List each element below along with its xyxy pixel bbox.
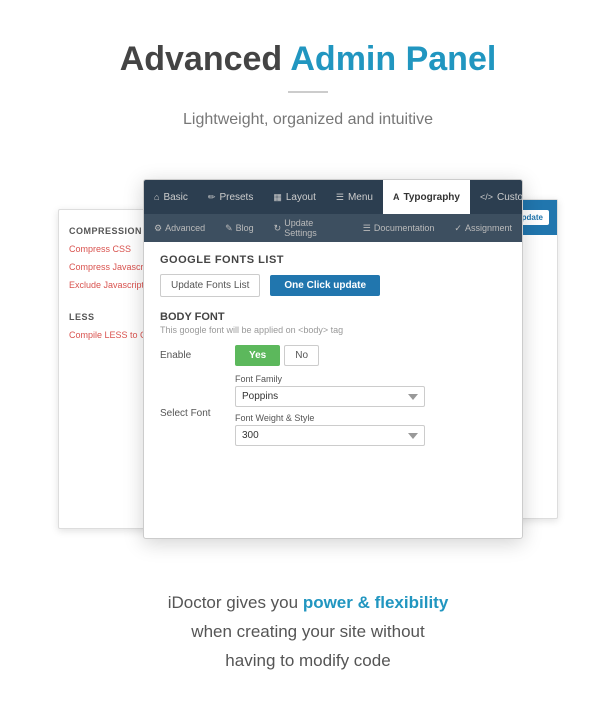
footer-line1: iDoctor gives you power & flexibility (20, 589, 596, 618)
no-button[interactable]: No (284, 345, 319, 366)
tab-presets-label: Presets (219, 192, 253, 203)
font-weight-label: Font Weight & Style (235, 413, 425, 423)
title-accent: Admin Panel (290, 40, 496, 78)
tab-documentation[interactable]: ☰ Documentation (353, 214, 445, 242)
footer-line3: having to modify code (20, 647, 596, 676)
footer-accent: power & flexibility (303, 593, 448, 612)
yes-button[interactable]: Yes (235, 345, 280, 366)
enable-label: Enable (160, 350, 225, 361)
font-family-select[interactable]: Poppins (235, 386, 425, 407)
enable-row: Enable Yes No (160, 345, 506, 366)
tab-advanced-label: Advanced (165, 223, 205, 233)
update-fonts-button[interactable]: Update Fonts List (160, 274, 260, 297)
tab-blog-label: Blog (236, 223, 254, 233)
tab-update-label: Update Settings (284, 218, 343, 238)
main-panel: ⌂ Basic ✏ Presets ▦ Layout ☰ Menu A Typo… (143, 179, 523, 539)
screenshot-wrapper: COMPRESSION Compress CSS Compress Javasc… (58, 179, 558, 539)
layout-icon: ▦ (273, 192, 282, 203)
font-field-group: Font Family Poppins Font Weight & Style … (235, 374, 425, 452)
font-weight-select[interactable]: 300 (235, 425, 425, 446)
tab-basic[interactable]: ⌂ Basic (144, 180, 198, 214)
tab-menu-label: Menu (348, 192, 373, 203)
header-subtitle: Lightweight, organized and intuitive (20, 111, 596, 129)
pencil-icon: ✏ (208, 192, 216, 203)
tab-menu[interactable]: ☰ Menu (326, 180, 383, 214)
footer-section: iDoctor gives you power & flexibility wh… (0, 569, 616, 706)
one-click-update-button[interactable]: One Click update (270, 275, 380, 296)
body-font-section: BODY FONT This google font will be appli… (160, 311, 506, 452)
footer-line2: when creating your site without (20, 618, 596, 647)
tab-layout-label: Layout (286, 192, 316, 203)
title-plain: Advanced (120, 40, 291, 78)
tab-custom-code[interactable]: </> Custom Code (470, 180, 523, 214)
footer-plain: iDoctor gives you (168, 593, 303, 612)
panel-body: GOOGLE FONTS LIST Update Fonts List One … (144, 242, 522, 472)
google-fonts-heading: GOOGLE FONTS LIST (160, 254, 506, 266)
nav-tabs-row1: ⌂ Basic ✏ Presets ▦ Layout ☰ Menu A Typo… (144, 180, 522, 214)
tab-assignment[interactable]: ✓ Assignment (444, 214, 522, 242)
update-icon: ↻ (274, 223, 282, 234)
select-font-row: Select Font Font Family Poppins Font Wei… (160, 374, 506, 452)
tab-update-settings[interactable]: ↻ Update Settings (264, 214, 353, 242)
body-font-title: BODY FONT (160, 311, 506, 323)
header-divider (288, 91, 328, 93)
page-title: Advanced Admin Panel (20, 40, 596, 79)
menu-icon: ☰ (336, 192, 344, 203)
tab-blog[interactable]: ✎ Blog (215, 214, 264, 242)
home-icon: ⌂ (154, 192, 159, 202)
blog-icon: ✎ (225, 223, 233, 234)
tab-typography[interactable]: A Typography (383, 180, 470, 214)
tab-advanced[interactable]: ⚙ Advanced (144, 214, 215, 242)
tab-typography-label: Typography (403, 192, 459, 203)
tab-doc-label: Documentation (374, 223, 435, 233)
tab-presets[interactable]: ✏ Presets (198, 180, 263, 214)
tab-custom-code-label: Custom Code (497, 192, 523, 203)
tab-layout[interactable]: ▦ Layout (263, 180, 326, 214)
tab-basic-label: Basic (163, 192, 187, 203)
tab-assignment-label: Assignment (465, 223, 512, 233)
body-font-desc: This google font will be applied on <bod… (160, 325, 506, 335)
fonts-action-row: Update Fonts List One Click update (160, 274, 506, 297)
font-family-label: Font Family (235, 374, 425, 384)
gear-icon: ⚙ (154, 223, 162, 234)
yes-no-group: Yes No (235, 345, 319, 366)
nav-tabs-row2: ⚙ Advanced ✎ Blog ↻ Update Settings ☰ Do… (144, 214, 522, 242)
typography-icon: A (393, 192, 400, 202)
doc-icon: ☰ (363, 223, 371, 234)
code-icon: </> (480, 192, 493, 202)
check-icon: ✓ (454, 223, 462, 234)
select-font-label: Select Font (160, 408, 225, 419)
header-section: Advanced Admin Panel Lightweight, organi… (0, 0, 616, 149)
